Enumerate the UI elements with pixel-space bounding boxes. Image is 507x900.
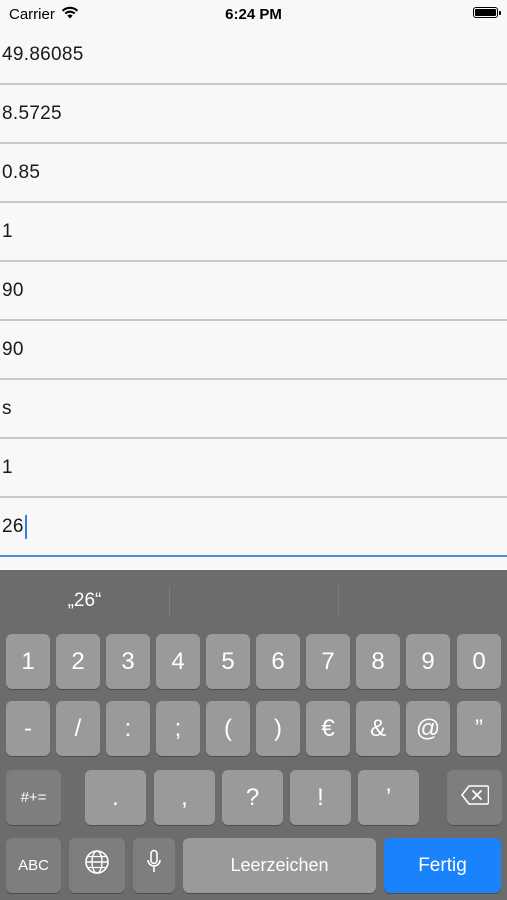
key-comma[interactable]: , [154, 770, 215, 825]
globe-icon [84, 849, 110, 882]
key-globe[interactable] [69, 838, 125, 893]
key-period[interactable]: . [85, 770, 146, 825]
form-fields: 49.86085 8.5725 0.85 1 90 90 s 1 26 [0, 26, 507, 557]
key-apostrophe[interactable]: ’ [358, 770, 419, 825]
text-field-4[interactable]: 1 [0, 203, 507, 262]
backspace-icon [460, 784, 489, 812]
key-8[interactable]: 8 [356, 634, 400, 689]
field-value: 90 [2, 338, 24, 360]
key-open-paren[interactable]: ( [206, 701, 250, 756]
key-dictation[interactable] [133, 838, 175, 893]
key-1[interactable]: 1 [6, 634, 50, 689]
keyboard: „26“ 1 2 3 4 5 6 7 8 9 0 - / : ; ( ) € &… [0, 570, 507, 900]
key-quote[interactable]: ” [457, 701, 501, 756]
field-value: 0.85 [2, 161, 41, 183]
key-7[interactable]: 7 [306, 634, 350, 689]
key-2[interactable]: 2 [56, 634, 100, 689]
suggestion-bar: „26“ [0, 570, 507, 632]
key-euro[interactable]: € [306, 701, 350, 756]
suggestion-divider [338, 586, 339, 616]
key-at[interactable]: @ [406, 701, 450, 756]
key-0[interactable]: 0 [457, 634, 501, 689]
status-time: 6:24 PM [225, 6, 282, 23]
key-close-paren[interactable]: ) [256, 701, 300, 756]
field-value: 90 [2, 279, 24, 301]
status-bar: Carrier 6:24 PM [0, 0, 507, 28]
text-caret [24, 514, 27, 539]
key-more-symbols[interactable]: #+= [6, 770, 61, 825]
text-field-2[interactable]: 8.5725 [0, 85, 507, 144]
key-colon[interactable]: : [106, 701, 150, 756]
key-space[interactable]: Leerzeichen [183, 838, 376, 893]
key-exclamation[interactable]: ! [290, 770, 351, 825]
suggestion-item[interactable]: „26“ [0, 570, 169, 632]
text-field-8[interactable]: 1 [0, 439, 507, 498]
field-value: 1 [2, 220, 13, 242]
field-value: 49.86085 [2, 43, 84, 65]
text-field-1[interactable]: 49.86085 [0, 26, 507, 85]
field-value: 8.5725 [2, 102, 62, 124]
microphone-icon [146, 849, 162, 882]
text-field-7[interactable]: s [0, 380, 507, 439]
field-value: s [2, 397, 12, 419]
text-field-9-active[interactable]: 26 [0, 498, 507, 557]
text-field-5[interactable]: 90 [0, 262, 507, 321]
key-hyphen[interactable]: - [6, 701, 50, 756]
key-done[interactable]: Fertig [384, 838, 501, 893]
key-6[interactable]: 6 [256, 634, 300, 689]
delete-key[interactable] [447, 770, 502, 825]
field-value: 1 [2, 456, 13, 478]
key-4[interactable]: 4 [156, 634, 200, 689]
text-field-6[interactable]: 90 [0, 321, 507, 380]
key-9[interactable]: 9 [406, 634, 450, 689]
key-abc[interactable]: ABC [6, 838, 61, 893]
key-semicolon[interactable]: ; [156, 701, 200, 756]
key-3[interactable]: 3 [106, 634, 150, 689]
suggestion-divider [169, 586, 170, 616]
field-value: 26 [2, 515, 24, 537]
text-field-3[interactable]: 0.85 [0, 144, 507, 203]
key-5[interactable]: 5 [206, 634, 250, 689]
key-ampersand[interactable]: & [356, 701, 400, 756]
key-question[interactable]: ? [222, 770, 283, 825]
battery-icon [473, 7, 501, 18]
key-slash[interactable]: / [56, 701, 100, 756]
